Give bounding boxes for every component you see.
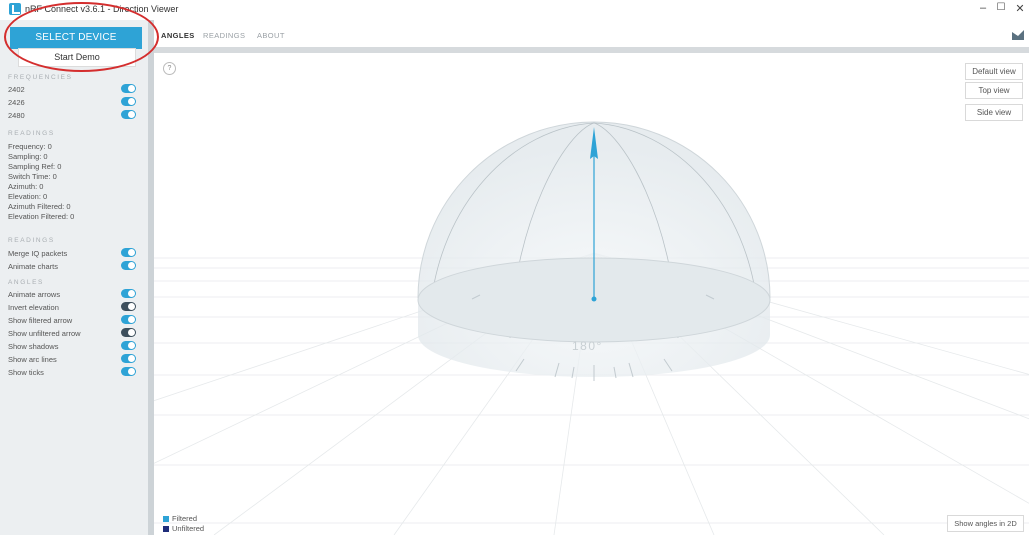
reading-sampling: Sampling: 0 bbox=[8, 152, 48, 161]
hemisphere-scene bbox=[154, 121, 1029, 535]
option-show-filtered-arrow: Show filtered arrow bbox=[8, 314, 136, 326]
legend-unfiltered: Unfiltered bbox=[163, 524, 204, 533]
option-show-shadows: Show shadows bbox=[8, 340, 136, 352]
direction-viewport[interactable]: 180° ? Default view Top view Side view F… bbox=[154, 53, 1029, 535]
legend-unfiltered-swatch bbox=[163, 525, 169, 532]
option-label: Animate arrows bbox=[8, 290, 61, 299]
minimize-button[interactable]: – bbox=[973, 2, 993, 14]
option-animate-charts: Animate charts bbox=[8, 260, 136, 272]
option-show-unfiltered-arrow: Show unfiltered arrow bbox=[8, 327, 136, 339]
merge-iq-packets-toggle[interactable] bbox=[121, 248, 136, 257]
angles-section-label: ANGLES bbox=[8, 279, 44, 286]
show-angles-2d-button[interactable]: Show angles in 2D bbox=[947, 515, 1024, 532]
app-logo-icon bbox=[9, 3, 21, 15]
option-label: Invert elevation bbox=[8, 303, 59, 312]
option-invert-elevation: Invert elevation bbox=[8, 301, 136, 313]
invert-elevation-toggle[interactable] bbox=[121, 302, 136, 311]
reading-azimuth: Azimuth: 0 bbox=[8, 182, 44, 191]
option-label: Merge IQ packets bbox=[8, 249, 68, 258]
frequency-row-2402: 2402 bbox=[8, 83, 136, 95]
show-shadows-toggle[interactable] bbox=[121, 341, 136, 350]
option-show-ticks: Show ticks bbox=[8, 366, 136, 378]
side-view-button[interactable]: Side view bbox=[965, 104, 1023, 121]
arrow-origin-dot bbox=[591, 296, 597, 302]
default-view-button[interactable]: Default view bbox=[965, 63, 1023, 80]
option-label: Show filtered arrow bbox=[8, 316, 73, 325]
option-animate-arrows: Animate arrows bbox=[8, 288, 136, 300]
reading-sampling-ref: Sampling Ref: 0 bbox=[8, 162, 62, 171]
frequency-label: 2426 bbox=[8, 98, 25, 107]
legend-filtered: Filtered bbox=[163, 514, 197, 523]
frequency-row-2480: 2480 bbox=[8, 109, 136, 121]
show-filtered-arrow-toggle[interactable] bbox=[121, 315, 136, 324]
title-bar: nRF Connect v3.6.1 - Direction Viewer – … bbox=[0, 0, 1029, 20]
option-label: Show unfiltered arrow bbox=[8, 329, 81, 338]
sidebar: SELECT DEVICE Start Demo FREQUENCIES 240… bbox=[0, 20, 148, 535]
top-view-button[interactable]: Top view bbox=[965, 82, 1023, 99]
reading-switch-time: Switch Time: 0 bbox=[8, 172, 57, 181]
animate-arrows-toggle[interactable] bbox=[121, 289, 136, 298]
readings-options-section-label: READINGS bbox=[8, 237, 55, 244]
legend-label: Filtered bbox=[172, 514, 198, 523]
legend-label: Unfiltered bbox=[172, 524, 205, 533]
help-button[interactable]: ? bbox=[163, 62, 176, 75]
animate-charts-toggle[interactable] bbox=[121, 261, 136, 270]
readings-section-label: READINGS bbox=[8, 130, 55, 137]
legend-filtered-swatch bbox=[163, 515, 169, 522]
dial-label: 180° bbox=[572, 339, 603, 353]
option-label: Show shadows bbox=[8, 342, 59, 351]
show-unfiltered-arrow-toggle[interactable] bbox=[121, 328, 136, 337]
reading-azimuth-filtered: Azimuth Filtered: 0 bbox=[8, 202, 71, 211]
reading-elevation: Elevation: 0 bbox=[8, 192, 48, 201]
frequency-label: 2480 bbox=[8, 111, 25, 120]
option-merge-iq-packets: Merge IQ packets bbox=[8, 247, 136, 259]
option-label: Show arc lines bbox=[8, 355, 57, 364]
frequency-2402-toggle[interactable] bbox=[121, 84, 136, 93]
window-title: nRF Connect v3.6.1 - Direction Viewer bbox=[25, 4, 179, 14]
frequency-row-2426: 2426 bbox=[8, 96, 136, 108]
reading-elevation-filtered: Elevation Filtered: 0 bbox=[8, 212, 75, 221]
frequencies-section-label: FREQUENCIES bbox=[8, 74, 73, 81]
tab-about[interactable]: ABOUT bbox=[257, 31, 285, 40]
frequency-2480-toggle[interactable] bbox=[121, 110, 136, 119]
frequency-label: 2402 bbox=[8, 85, 25, 94]
show-arc-lines-toggle[interactable] bbox=[121, 354, 136, 363]
option-show-arc-lines: Show arc lines bbox=[8, 353, 136, 365]
option-label: Animate charts bbox=[8, 262, 59, 271]
tab-readings[interactable]: READINGS bbox=[203, 31, 245, 40]
option-label: Show ticks bbox=[8, 368, 44, 377]
tab-angles[interactable]: ANGLES bbox=[161, 31, 195, 40]
nordic-logo-icon bbox=[1012, 30, 1024, 40]
reading-frequency: Frequency: 0 bbox=[8, 142, 52, 151]
maximize-button[interactable]: ☐ bbox=[991, 2, 1011, 13]
start-demo-button[interactable]: Start Demo bbox=[18, 48, 136, 67]
show-ticks-toggle[interactable] bbox=[121, 367, 136, 376]
close-button[interactable]: ✕ bbox=[1010, 2, 1029, 15]
frequency-2426-toggle[interactable] bbox=[121, 97, 136, 106]
top-nav: ANGLES READINGS ABOUT bbox=[154, 20, 1029, 47]
select-device-button[interactable]: SELECT DEVICE bbox=[10, 27, 142, 49]
